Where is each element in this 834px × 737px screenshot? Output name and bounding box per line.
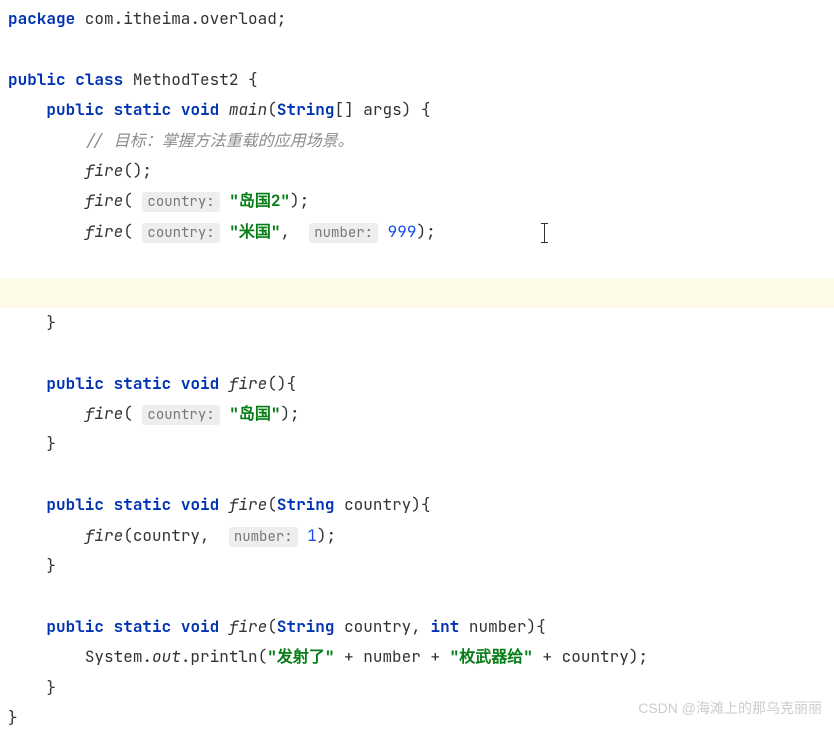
code-line: public static void fire(String country){	[0, 490, 834, 520]
code-line	[0, 338, 834, 368]
code-line	[0, 460, 834, 490]
code-line: fire();	[0, 156, 834, 186]
code-line-highlighted	[0, 278, 834, 308]
code-line: // 目标：掌握方法重载的应用场景。	[0, 126, 834, 156]
code-line	[0, 34, 834, 64]
code-line: fire( country: "岛国2");	[0, 186, 834, 216]
code-line: fire( country: "米国", number: 999);	[0, 217, 834, 247]
code-line	[0, 247, 834, 277]
code-line: package com.itheima.overload;	[0, 4, 834, 34]
code-line: public static void fire(String country, …	[0, 612, 834, 642]
code-line: System.out.println("发射了" + number + "枚武器…	[0, 642, 834, 672]
code-line: public static void main(String[] args) {	[0, 95, 834, 125]
code-line: }	[0, 308, 834, 338]
watermark: CSDN @海滩上的那乌克丽丽	[638, 695, 822, 722]
code-line: fire( country: "岛国");	[0, 399, 834, 429]
code-line	[0, 581, 834, 611]
code-line: }	[0, 551, 834, 581]
text-cursor	[544, 223, 545, 243]
code-line: public class MethodTest2 {	[0, 65, 834, 95]
code-line: fire(country, number: 1);	[0, 521, 834, 551]
code-line: }	[0, 429, 834, 459]
code-editor[interactable]: package com.itheima.overload; public cla…	[0, 0, 834, 737]
code-line: public static void fire(){	[0, 369, 834, 399]
